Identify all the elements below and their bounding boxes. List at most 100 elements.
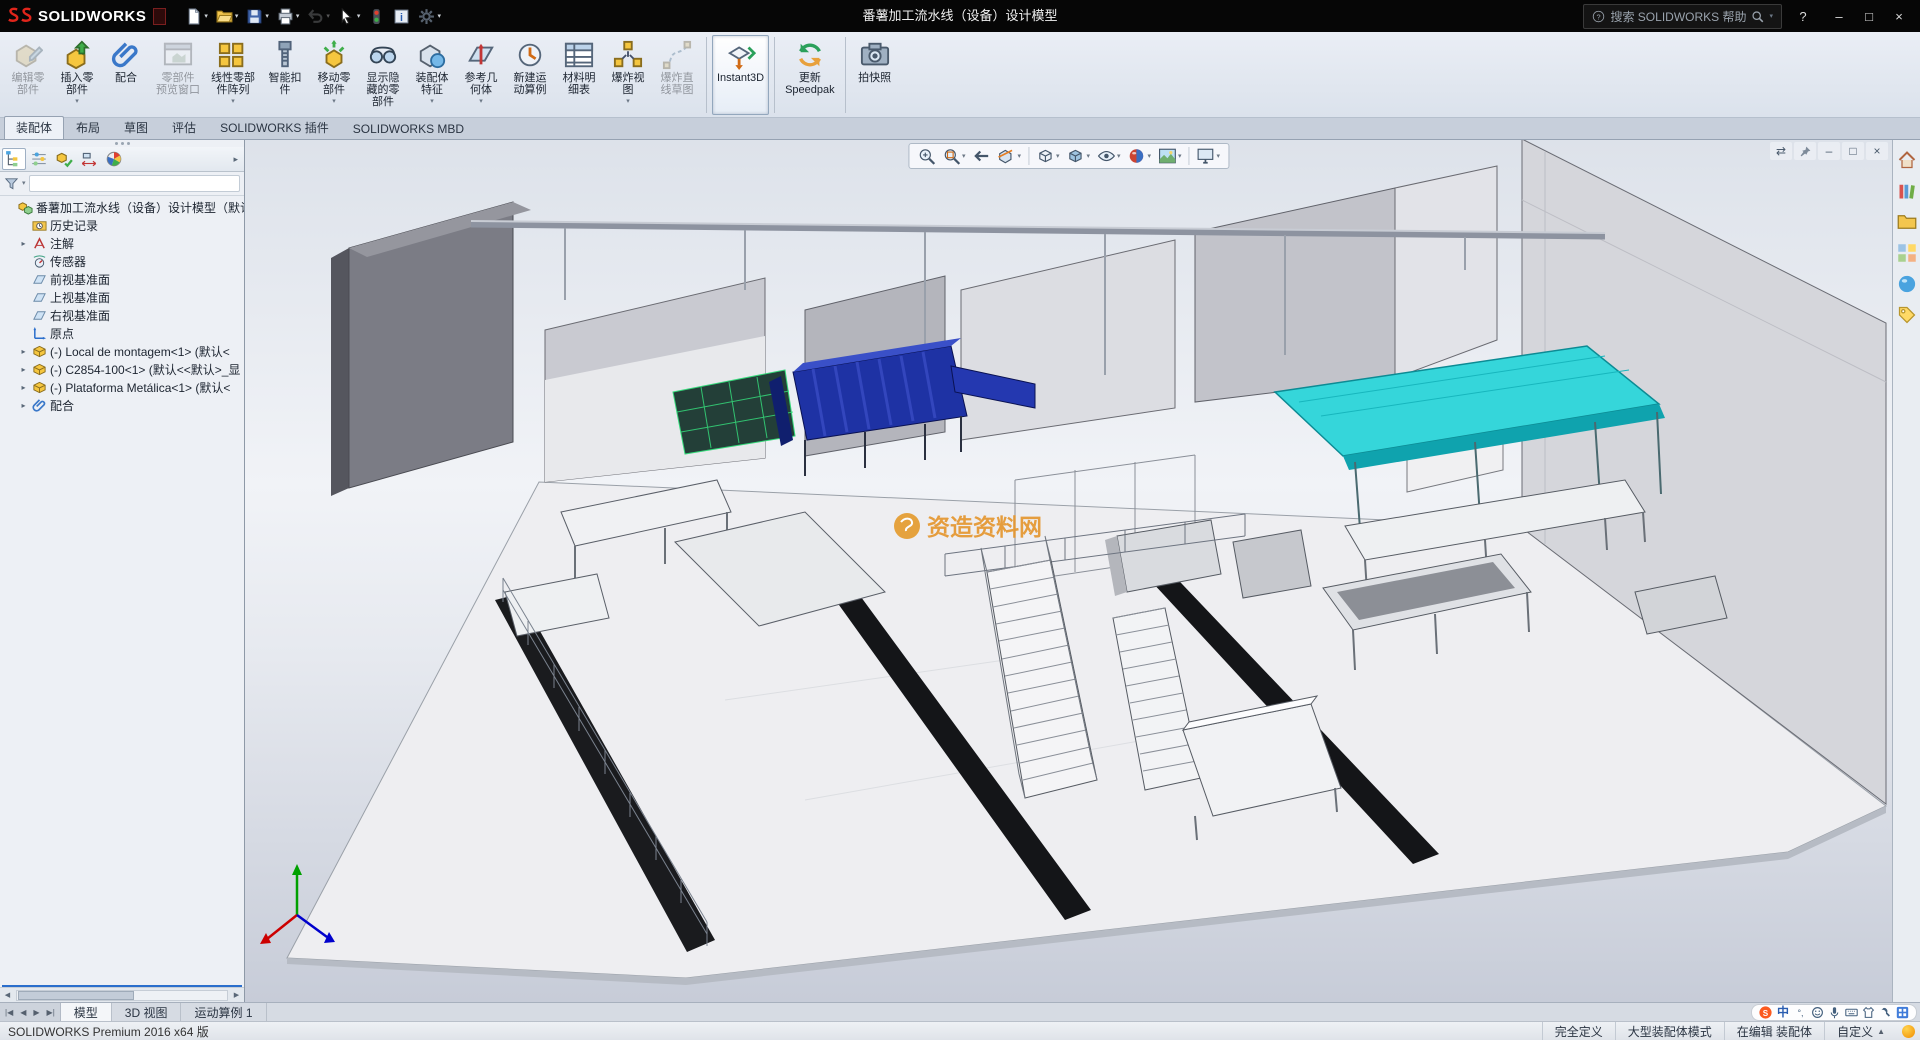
dropdown-caret[interactable]: ▾ — [326, 13, 330, 20]
tree-item[interactable]: 前视基准面 — [0, 270, 244, 288]
tab-assembly[interactable]: 装配体 — [4, 116, 64, 139]
scroll-right-icon[interactable]: ▶ — [229, 988, 244, 1002]
viewport-pin-button[interactable] — [1794, 142, 1816, 160]
maximize-button[interactable]: □ — [1854, 4, 1884, 28]
dropdown-caret[interactable]: ▾ — [962, 153, 966, 160]
status-item-1[interactable]: 大型装配体模式 — [1615, 1022, 1724, 1040]
viewport-undock-button[interactable]: ⇄ — [1770, 142, 1792, 160]
tab-ribbon-5[interactable]: SOLIDWORKS MBD — [341, 119, 476, 139]
component-preview-window-button[interactable]: 零部件 预览窗口 — [151, 35, 205, 115]
bill-of-materials-button[interactable]: 材料明 细表 — [555, 35, 603, 115]
dropdown-caret[interactable]: ▾ — [1086, 153, 1090, 160]
doc-tab-1[interactable]: 3D 视图 — [112, 1003, 182, 1021]
mate-button[interactable]: 配合 — [102, 35, 150, 115]
dropdown-caret[interactable]: ▾ — [430, 98, 434, 105]
taskpane-tab-design-library[interactable] — [1895, 179, 1919, 203]
reference-geometry-button[interactable]: 参考几 何体▾ — [457, 35, 505, 115]
section-view-button[interactable]: ▾ — [997, 147, 1021, 165]
doc-tab-2[interactable]: 运动算例 1 — [181, 1003, 266, 1021]
taskpane-tab-solidworks-resources[interactable] — [1895, 148, 1919, 172]
close-button[interactable]: × — [1884, 4, 1914, 28]
tab-display-manager[interactable] — [102, 148, 126, 170]
tree-item[interactable]: 番薯加工流水线（设备）设计模型（默认< — [0, 198, 244, 216]
expand-arrow[interactable]: ▸ — [18, 365, 29, 374]
viewport-minimize-button[interactable]: – — [1818, 142, 1840, 160]
select-button[interactable]: ▾ — [335, 6, 364, 27]
help-button[interactable]: ? — [1788, 4, 1818, 28]
open-button[interactable]: ▾ — [213, 6, 242, 27]
new-document-button[interactable]: ▾ — [182, 6, 211, 27]
filter-funnel-icon[interactable] — [4, 176, 19, 191]
dropdown-caret[interactable]: ▾ — [204, 13, 208, 20]
tab-ribbon-1[interactable]: 布局 — [64, 116, 112, 139]
edit-appearance-button[interactable]: ▾ — [1128, 147, 1152, 165]
panel-tabs-overflow-chevron[interactable]: ▸ — [229, 154, 242, 165]
taskpane-tab-file-explorer[interactable] — [1895, 210, 1919, 234]
tree-item[interactable]: ▸(-) Local de montagem<1> (默认< — [0, 342, 244, 360]
dropdown-caret[interactable]: ▾ — [479, 98, 483, 105]
update-speedpak-button[interactable]: 更新 Speedpak — [780, 35, 840, 115]
security-tray-icon[interactable] — [1902, 1025, 1915, 1038]
ime-mode-label[interactable]: 中 — [1777, 1006, 1789, 1018]
move-component-button[interactable]: 移动零 部件▾ — [310, 35, 358, 115]
view-orientation-button[interactable]: ▾ — [1036, 147, 1060, 165]
hide-show-items-button[interactable]: ▾ — [1097, 147, 1121, 165]
taskpane-tab-appearances-scenes[interactable] — [1895, 272, 1919, 296]
taskpane-tab-custom-properties[interactable] — [1895, 303, 1919, 327]
dropdown-caret[interactable]: ▾ — [332, 98, 336, 105]
print-button[interactable]: ▾ — [274, 6, 303, 27]
tab-ribbon-4[interactable]: SOLIDWORKS 插件 — [208, 116, 341, 139]
search-input[interactable]: ? 搜索 SOLIDWORKS 帮助 ▾ — [1583, 4, 1782, 29]
graphics-viewport[interactable]: 资造资料网 ▾ ▾ ▾ ▾ ▾ ▾ ▾ ▾ ⇄ –□× — [245, 140, 1892, 1002]
tab-scroll-first-button[interactable]: |◀ — [2, 1008, 16, 1017]
insert-components-button[interactable]: 插入零 部件▾ — [53, 35, 101, 115]
tree-item[interactable]: ▸注解 — [0, 234, 244, 252]
tab-configuration-manager[interactable] — [52, 148, 76, 170]
dropdown-caret[interactable]: ▾ — [296, 13, 300, 20]
viewport-close-button[interactable]: × — [1866, 142, 1888, 160]
tab-property-manager[interactable] — [27, 148, 51, 170]
chevron-up-icon[interactable]: ▲ — [1877, 1027, 1885, 1036]
tab-scroll-previous-button[interactable]: ◀ — [17, 1008, 29, 1017]
scrollbar-thumb[interactable] — [18, 991, 134, 1000]
dropdown-caret[interactable]: ▾ — [231, 98, 235, 105]
expand-arrow[interactable]: ▸ — [18, 239, 29, 248]
dropdown-caret[interactable]: ▾ — [1148, 153, 1152, 160]
assembly-features-button[interactable]: 装配体 特征▾ — [408, 35, 456, 115]
panel-splitter-handle[interactable] — [0, 140, 244, 147]
undo-button[interactable]: ▾ — [304, 6, 333, 27]
expand-arrow[interactable]: ▸ — [18, 383, 29, 392]
ime-toolbar[interactable]: S 中 °, — [1751, 1004, 1917, 1021]
viewport-restore-button[interactable]: □ — [1842, 142, 1864, 160]
dropdown-caret[interactable]: ▾ — [265, 13, 269, 20]
dropdown-caret[interactable]: ▾ — [1117, 153, 1121, 160]
model-3d-scene[interactable]: 资造资料网 — [245, 140, 1892, 1002]
zoom-to-fit-button[interactable] — [917, 147, 935, 165]
status-item-0[interactable]: 完全定义 — [1542, 1022, 1615, 1040]
dropdown-caret[interactable]: ▾ — [235, 13, 239, 20]
sogou-logo-icon[interactable]: S — [1759, 1006, 1772, 1019]
rebuild-button[interactable] — [365, 6, 388, 27]
scrollbar-track[interactable] — [16, 990, 228, 1001]
apply-scene-button[interactable]: ▾ — [1158, 147, 1182, 165]
smart-fasteners-button[interactable]: 智能扣 件 — [261, 35, 309, 115]
dropdown-caret[interactable]: ▾ — [437, 13, 441, 20]
dropdown-caret[interactable]: ▾ — [1217, 153, 1221, 160]
tree-item[interactable]: 右视基准面 — [0, 306, 244, 324]
tree-item[interactable]: ▸配合 — [0, 396, 244, 414]
previous-view-button[interactable] — [972, 147, 990, 165]
search-icon[interactable] — [1751, 10, 1764, 23]
zoom-to-area-button[interactable]: ▾ — [942, 147, 966, 165]
tab-dimxpert-manager[interactable] — [77, 148, 101, 170]
minimize-button[interactable]: – — [1824, 4, 1854, 28]
filter-dropdown-caret[interactable]: ▾ — [22, 180, 26, 187]
edit-component-button[interactable]: 编辑零 部件 — [4, 35, 52, 115]
taskpane-tab-view-palette[interactable] — [1895, 241, 1919, 265]
dropdown-caret[interactable]: ▾ — [357, 13, 361, 20]
new-motion-study-button[interactable]: 新建运 动算例 — [506, 35, 554, 115]
tree-item[interactable]: 传感器 — [0, 252, 244, 270]
save-button[interactable]: ▾ — [243, 6, 272, 27]
search-dropdown-caret[interactable]: ▾ — [1769, 13, 1773, 20]
tab-ribbon-2[interactable]: 草图 — [112, 116, 160, 139]
display-style-button[interactable]: ▾ — [1066, 147, 1090, 165]
